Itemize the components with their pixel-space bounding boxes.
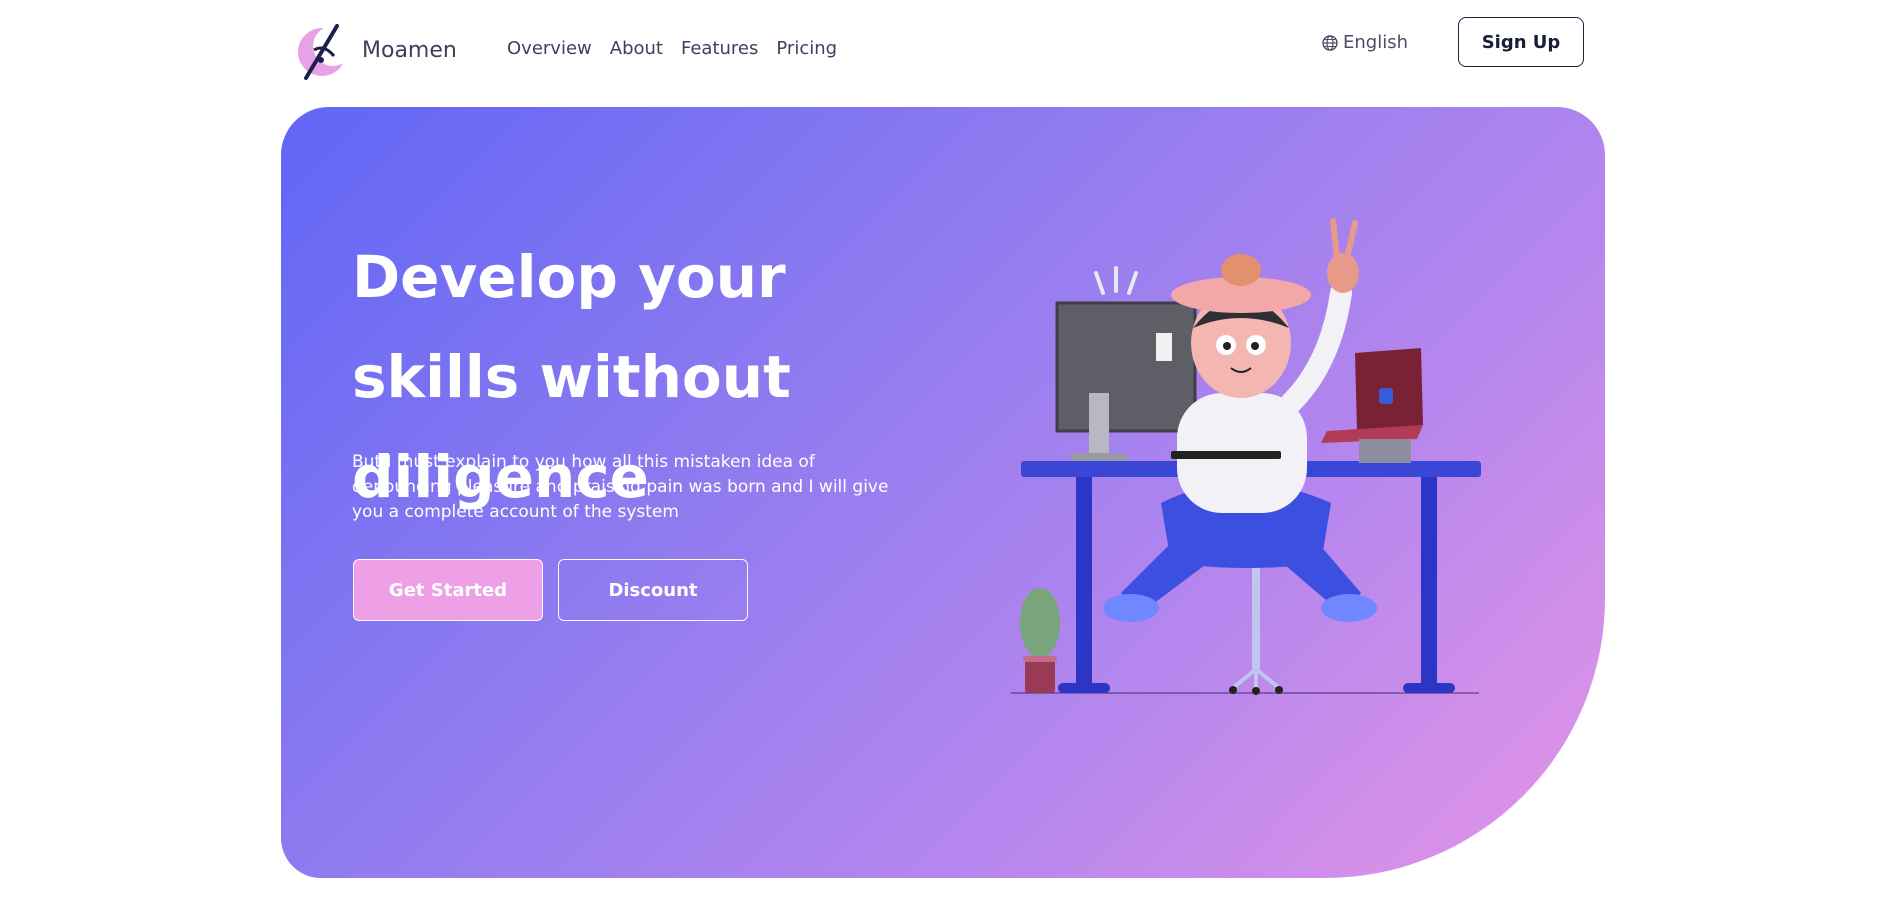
plant-icon xyxy=(1020,588,1060,693)
navbar: Moamen Overview About Features Pricing E… xyxy=(0,0,1883,100)
brand[interactable]: Moamen xyxy=(292,18,457,82)
nav-link-pricing[interactable]: Pricing xyxy=(776,38,837,59)
hero-description: But I must explain to you how all this m… xyxy=(352,452,889,522)
nav-link-features[interactable]: Features xyxy=(681,38,758,59)
desk-character-illustration xyxy=(1011,218,1481,695)
main-nav: Overview About Features Pricing xyxy=(507,38,855,59)
language-selector[interactable]: English xyxy=(1322,32,1408,53)
laptop-icon xyxy=(1321,348,1423,463)
brand-logo-icon xyxy=(298,24,353,80)
get-started-button[interactable]: Get Started xyxy=(353,559,543,621)
hero-section: Develop your skills without diligence Bu… xyxy=(281,107,1605,878)
nav-link-overview[interactable]: Overview xyxy=(507,38,592,59)
landing-page: Moamen Overview About Features Pricing E… xyxy=(0,0,1883,907)
brand-name: Moamen xyxy=(362,37,457,63)
sign-up-button[interactable]: Sign Up xyxy=(1458,17,1584,67)
globe-icon xyxy=(1322,34,1338,51)
language-label: English xyxy=(1343,32,1408,53)
discount-button[interactable]: Discount xyxy=(558,559,748,621)
nav-link-about[interactable]: About xyxy=(610,38,663,59)
